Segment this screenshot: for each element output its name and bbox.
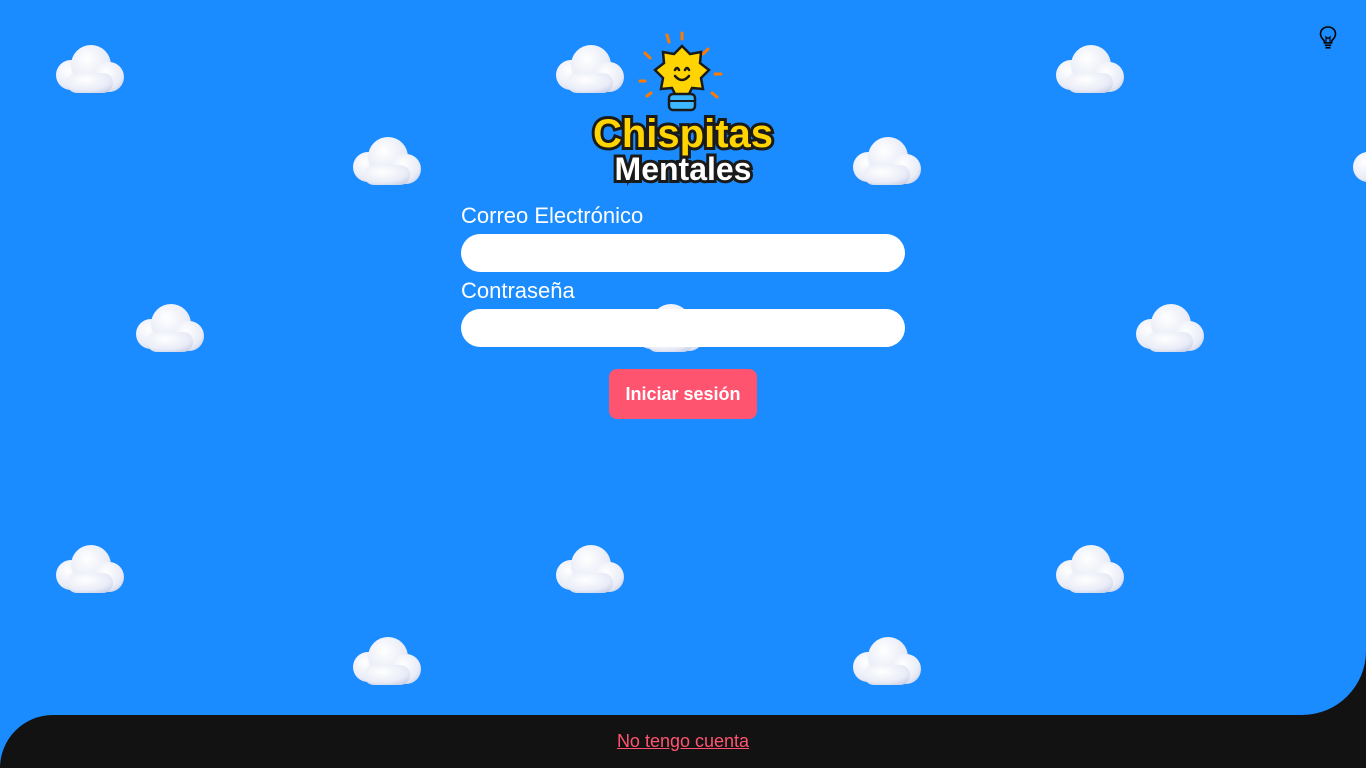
cloud-icon (846, 631, 926, 691)
cloud-icon (1049, 39, 1129, 99)
register-link[interactable]: No tengo cuenta (0, 729, 1366, 753)
cloud-icon (1049, 539, 1129, 599)
cloud-icon (846, 131, 926, 191)
cloud-icon (1129, 298, 1209, 358)
lightbulb-icon[interactable] (1316, 25, 1340, 51)
logo-line1: Chispitas (593, 112, 773, 156)
email-label: Correo Electrónico (461, 203, 644, 228)
cloud-icon (129, 298, 209, 358)
password-label: Contraseña (461, 278, 575, 303)
login-button[interactable]: Iniciar sesión (609, 369, 757, 419)
cloud-icon (346, 131, 426, 191)
footer-corner (1302, 651, 1366, 715)
cloud-icon (1346, 131, 1366, 191)
login-form: Correo Electrónico Contraseña (461, 200, 905, 347)
email-field[interactable] (461, 234, 905, 272)
app-logo: Chispitas Mentales (576, 30, 790, 188)
logo-line2: Mentales (615, 151, 752, 187)
cloud-icon (549, 539, 629, 599)
cloud-icon (49, 39, 129, 99)
cloud-icon (346, 631, 426, 691)
password-field[interactable] (461, 309, 905, 347)
cloud-icon (49, 539, 129, 599)
